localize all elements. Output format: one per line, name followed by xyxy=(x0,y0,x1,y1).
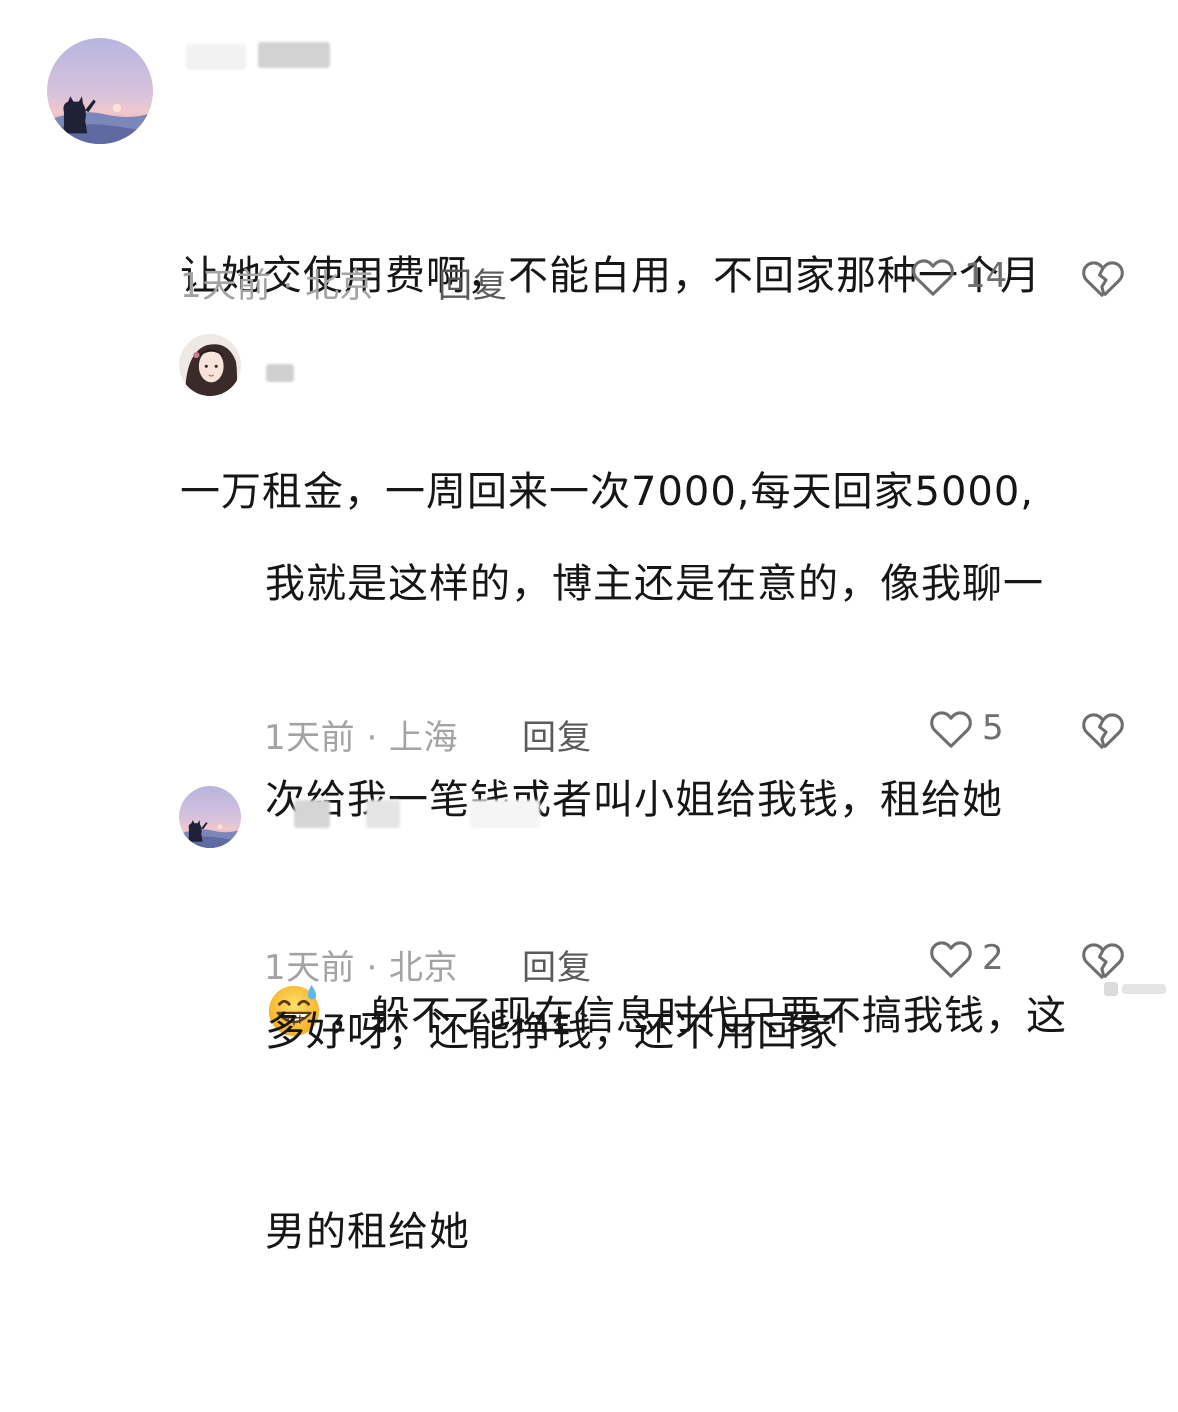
username-blurred xyxy=(366,800,400,828)
avatar[interactable] xyxy=(47,38,153,144)
username-blurred xyxy=(186,44,246,70)
heart-outline-icon xyxy=(928,936,974,980)
avatar[interactable] xyxy=(179,334,241,396)
username-blurred[interactable] xyxy=(294,800,330,828)
dislike-button[interactable] xyxy=(1080,708,1126,752)
like-count: 2 xyxy=(982,938,1004,978)
comment-text: 多好呀，还能挣钱，还不用回家 xyxy=(265,852,839,1212)
like-button[interactable]: 14 xyxy=(910,254,1007,298)
like-count: 5 xyxy=(982,708,1004,748)
timestamp-location: 1天前 · 北京 xyxy=(180,266,375,306)
like-button[interactable]: 2 xyxy=(928,936,1004,980)
broken-heart-icon xyxy=(1080,938,1126,982)
reply-button[interactable]: 回复 xyxy=(522,940,592,989)
username-blurred[interactable] xyxy=(266,364,294,382)
dislike-button[interactable] xyxy=(1080,256,1126,300)
reply-button[interactable]: 回复 xyxy=(438,258,508,307)
comment-text-line: 多好呀，还能挣钱，还不用回家 xyxy=(265,1009,839,1055)
broken-heart-icon xyxy=(1080,708,1126,752)
timestamp-location: 1天前 · 上海 xyxy=(264,718,459,758)
avatar[interactable] xyxy=(179,786,241,848)
like-button[interactable]: 5 xyxy=(928,706,1004,750)
heart-outline-icon xyxy=(928,706,974,750)
username-blurred xyxy=(470,800,540,828)
reply-button[interactable]: 回复 xyxy=(522,710,592,759)
broken-heart-icon xyxy=(1080,256,1126,300)
comment-text-line: 我就是这样的，博主还是在意的，像我聊一 xyxy=(265,561,1044,607)
like-count: 14 xyxy=(964,256,1008,296)
timestamp-location: 1天前 · 北京 xyxy=(264,948,459,988)
username-blurred[interactable] xyxy=(258,42,330,68)
watermark-blur xyxy=(1104,978,1168,1000)
dislike-button[interactable] xyxy=(1080,938,1126,982)
heart-outline-icon xyxy=(910,254,956,298)
